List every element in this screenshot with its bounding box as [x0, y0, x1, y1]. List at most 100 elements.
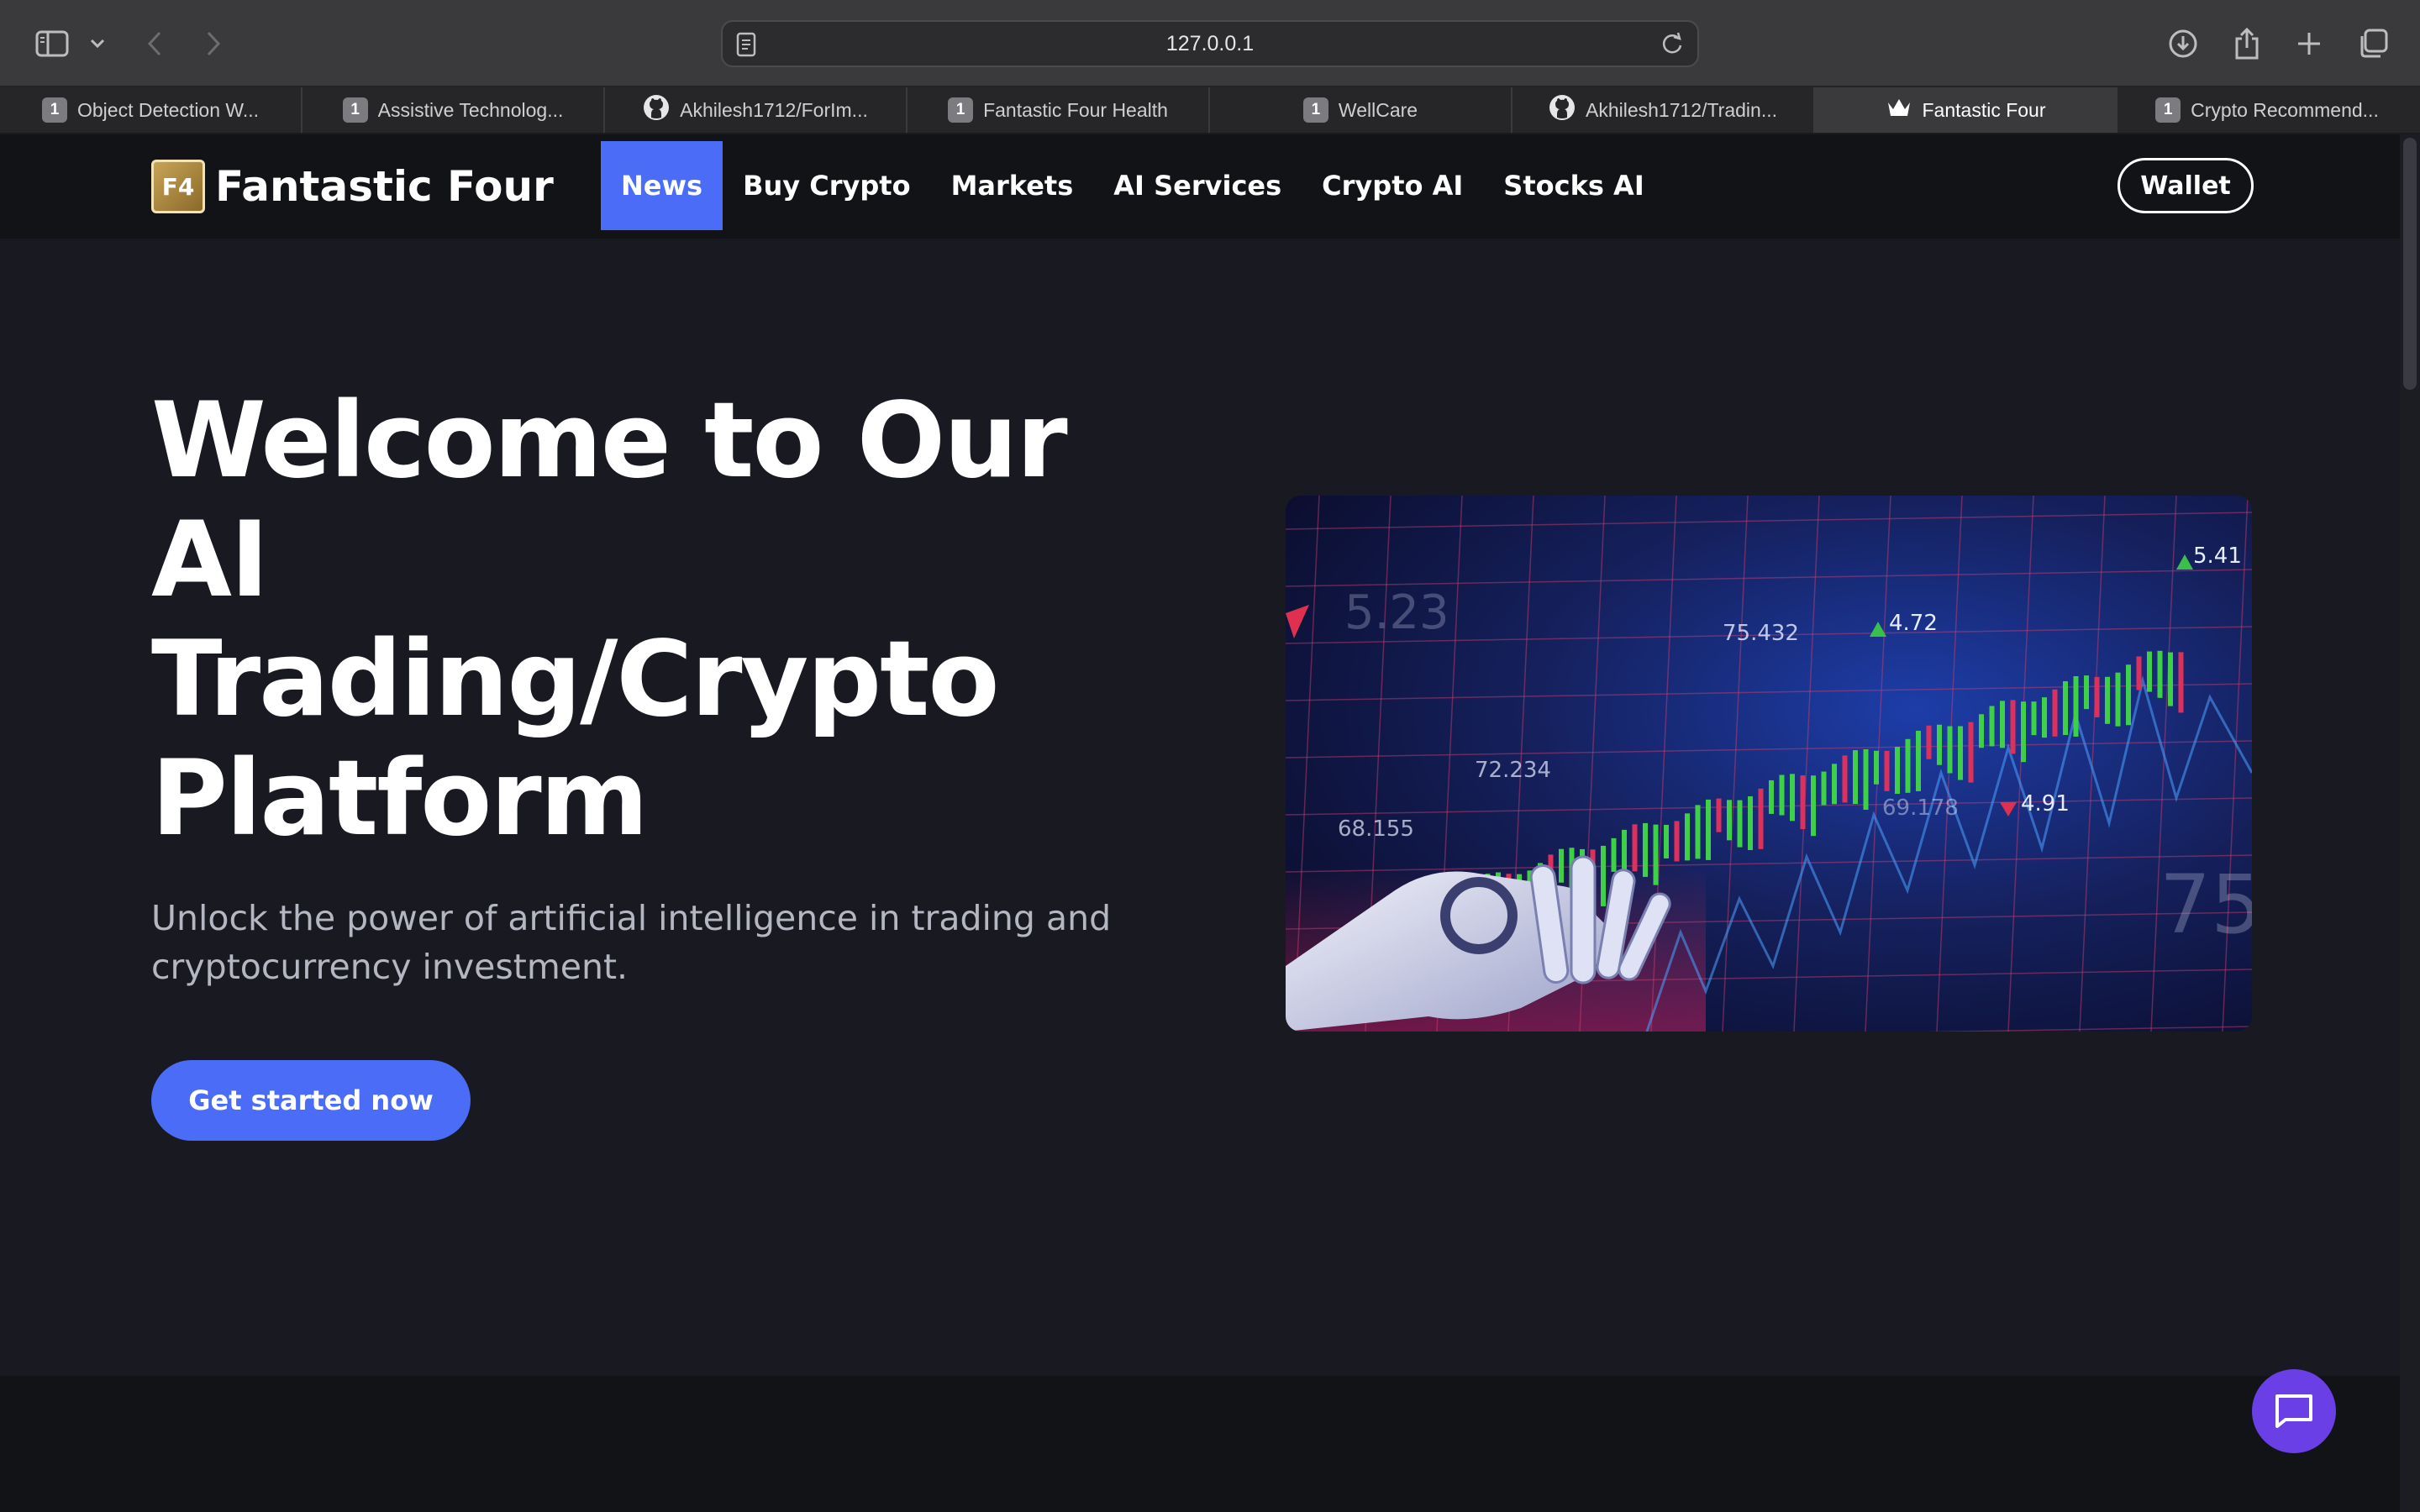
tab-github-trading[interactable]: Akhilesh1712/Tradin... [1512, 87, 1815, 133]
site-navbar: F4 Fantastic Four News Buy Crypto Market… [0, 134, 2400, 239]
tab-label: Akhilesh1712/Tradin... [1585, 98, 1777, 121]
candle [2136, 656, 2142, 690]
logo-mark-icon: F4 [151, 160, 205, 213]
sidebar-toggle-icon[interactable] [34, 22, 71, 66]
hero-title: Welcome to Our AI Trading/Crypto Platfor… [151, 381, 1193, 858]
candle [1769, 780, 1774, 814]
chart-label: 4.72 [1889, 611, 1938, 636]
candle [2115, 672, 2121, 727]
share-icon[interactable] [2230, 22, 2264, 66]
main-menu: News Buy Crypto Markets AI Services Cryp… [601, 141, 1665, 230]
chart-label: 5.41 [2193, 543, 2242, 569]
candle [2063, 680, 2068, 735]
chat-button[interactable] [2252, 1369, 2336, 1453]
candle [2157, 650, 2163, 698]
candle [1874, 750, 1879, 785]
nav-crypto-ai[interactable]: Crypto AI [1302, 141, 1483, 230]
candle [2021, 701, 2026, 763]
tab-assistive-technology[interactable]: 1 Assistive Technolog... [302, 87, 605, 133]
tab-overview-icon[interactable] [2356, 22, 2390, 66]
candle [1989, 706, 1995, 747]
github-icon [643, 94, 670, 126]
candle [1706, 799, 1711, 860]
candle [2147, 651, 2152, 692]
candle [1905, 738, 1911, 793]
candle [1695, 805, 1701, 859]
tab-object-detection[interactable]: 1 Object Detection W... [0, 87, 302, 133]
page-scrollbar[interactable] [2400, 134, 2420, 1512]
candle [1800, 775, 1806, 830]
hero-subtitle: Unlock the power of artificial intellige… [151, 898, 1112, 987]
candle [1916, 730, 1921, 791]
candle [1685, 813, 1690, 861]
candle [1790, 774, 1795, 822]
reload-icon[interactable] [1660, 32, 1684, 60]
chart-label: 5.23 [1344, 585, 1449, 640]
nav-news[interactable]: News [601, 141, 723, 230]
candle [2010, 700, 2016, 754]
brand-logo[interactable]: F4 Fantastic Four [151, 160, 554, 213]
get-started-button[interactable]: Get started now [151, 1060, 471, 1141]
tab-wellcare[interactable]: 1 WellCare [1210, 87, 1512, 133]
hero-section: Welcome to Our AI Trading/Crypto Platfor… [0, 239, 2400, 1376]
candle [1947, 726, 1953, 774]
candle [1748, 795, 1753, 850]
candle [1737, 800, 1743, 848]
candle [1842, 755, 1848, 803]
tab-badge-icon: 1 [948, 97, 974, 123]
download-icon[interactable] [2166, 22, 2200, 66]
hero-trading-image: 5.41 4.72 75.432 5.23 72.234 68.155 69.1… [1286, 496, 2252, 1032]
candle [2168, 652, 2173, 706]
candle [2126, 664, 2131, 726]
candle [1979, 714, 1984, 748]
candle [1559, 848, 1564, 883]
next-section [0, 1376, 2400, 1512]
hero-title-line: AI [151, 500, 269, 621]
brand-name: Fantastic Four [215, 162, 554, 211]
logo-mark-text: F4 [161, 172, 195, 201]
tab-label: WellCare [1338, 98, 1418, 121]
tab-label: Fantastic Four Health [983, 98, 1168, 121]
chart-label: 69.178 [1882, 795, 1959, 821]
tab-badge-icon: 1 [41, 97, 67, 123]
scrollbar-thumb[interactable] [2403, 138, 2417, 390]
tab-bar: 1 Object Detection W... 1 Assistive Tech… [0, 87, 2420, 134]
candle [1643, 822, 1648, 877]
tab-label: Fantastic Four [1922, 98, 2046, 121]
tab-crypto-recommend[interactable]: 1 Crypto Recommend... [2118, 87, 2417, 133]
candle [2105, 676, 2110, 724]
browser-toolbar: 127.0.0.1 [0, 0, 2420, 87]
tab-label: Object Detection W... [76, 98, 260, 121]
candle [2052, 689, 2058, 737]
hero-title-line: Trading/Crypto [151, 619, 1000, 740]
wallet-button[interactable]: Wallet [2118, 158, 2254, 213]
candle [1611, 837, 1617, 872]
address-bar[interactable]: 127.0.0.1 [721, 20, 1699, 67]
hero-title-line: Welcome to Our [151, 381, 1068, 501]
candle [1853, 750, 1858, 805]
candle [1716, 798, 1722, 832]
nav-markets[interactable]: Markets [931, 141, 1094, 230]
tab-label: Crypto Recommend... [2191, 98, 2379, 121]
forward-icon[interactable] [200, 22, 227, 66]
nav-buy-crypto[interactable]: Buy Crypto [723, 141, 930, 230]
chat-icon [2275, 1394, 2312, 1428]
nav-stocks-ai[interactable]: Stocks AI [1483, 141, 1664, 230]
candle [1937, 724, 1942, 765]
tab-github-forim[interactable]: Akhilesh1712/ForIm... [605, 87, 908, 133]
tab-label: Assistive Technolog... [377, 98, 564, 121]
tab-badge-icon: 1 [1302, 97, 1328, 123]
candle [1727, 800, 1732, 841]
candle [1863, 749, 1869, 811]
candle [1926, 725, 1932, 759]
back-icon[interactable] [141, 22, 168, 66]
candle [1958, 726, 1963, 780]
chart-label: 68.155 [1338, 816, 1414, 842]
tab-fantastic-four-health[interactable]: 1 Fantastic Four Health [908, 87, 1210, 133]
new-tab-icon[interactable] [2292, 22, 2326, 66]
chevron-down-icon[interactable] [87, 22, 108, 66]
candle [1884, 750, 1890, 791]
tab-fantastic-four[interactable]: Fantastic Four [1815, 87, 2118, 133]
nav-ai-services[interactable]: AI Services [1093, 141, 1302, 230]
candle [2084, 675, 2089, 710]
